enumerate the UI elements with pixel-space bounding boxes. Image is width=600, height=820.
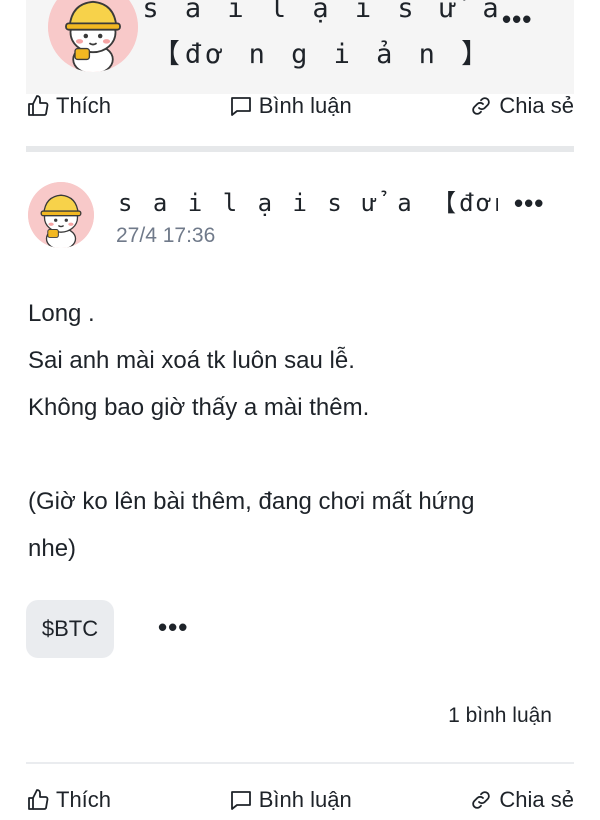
post-line: Sai anh mài xoá tk luôn sau lễ. — [28, 347, 355, 374]
like-label: Thích — [56, 787, 112, 812]
top-post-header: s a i l ạ i s ử a 【đơ n g i ả n 】 ••• — [26, 0, 574, 94]
like-button[interactable]: Thích — [26, 93, 111, 119]
post-divider — [26, 762, 574, 764]
thumbs-up-icon — [28, 95, 49, 116]
comment-label: Bình luận — [258, 93, 352, 118]
btc-tag-chip[interactable]: $BTC — [26, 600, 114, 658]
comment-count-link[interactable]: 1 bình luận — [448, 704, 552, 728]
top-post-author-name[interactable]: s a i l ạ i s ử a 【đơ n g i ả n 】 — [138, 0, 508, 78]
post-line: nhe) — [28, 535, 77, 562]
comment-label: Bình luận — [258, 787, 352, 812]
post-timestamp: 27/4 17:36 — [116, 224, 216, 247]
post-avatar[interactable] — [28, 182, 94, 248]
more-horizontal-icon[interactable]: ••• — [502, 6, 532, 32]
post-line: (Giờ ko lên bài thêm, đang chơi mất hứng — [28, 488, 475, 515]
cartoon-avatar-icon — [48, 0, 138, 72]
more-horizontal-icon[interactable]: ••• — [158, 614, 188, 640]
like-button[interactable]: Thích — [26, 787, 111, 813]
cartoon-avatar-icon — [28, 182, 94, 248]
more-horizontal-icon[interactable]: ••• — [514, 190, 544, 216]
post-line: Long . — [28, 300, 95, 327]
post-divider — [26, 146, 574, 152]
thumbs-up-icon — [28, 789, 49, 810]
comment-button[interactable]: Bình luận — [229, 93, 352, 119]
top-post-action-bar: Thích Bình luận Chia sẻ — [26, 86, 574, 126]
link-icon — [472, 791, 491, 809]
post-line: Không bao giờ thấy a mài thêm. — [28, 394, 370, 421]
comment-button[interactable]: Bình luận — [229, 787, 352, 813]
post-author-name[interactable]: s a i l ạ i s ử a 【đơn g... — [118, 183, 498, 218]
share-label: Chia sẻ — [499, 93, 574, 118]
like-label: Thích — [56, 93, 112, 118]
comment-icon — [230, 791, 251, 810]
link-icon — [472, 97, 491, 115]
share-button[interactable]: Chia sẻ — [469, 93, 574, 119]
comment-icon — [230, 97, 251, 116]
share-button[interactable]: Chia sẻ — [469, 787, 574, 813]
post-body: Long . Sai anh mài xoá tk luôn sau lễ. K… — [28, 290, 568, 572]
share-label: Chia sẻ — [499, 787, 574, 812]
post-action-bar: Thích Bình luận Chia sẻ — [26, 780, 574, 820]
top-post-avatar[interactable] — [48, 0, 138, 72]
